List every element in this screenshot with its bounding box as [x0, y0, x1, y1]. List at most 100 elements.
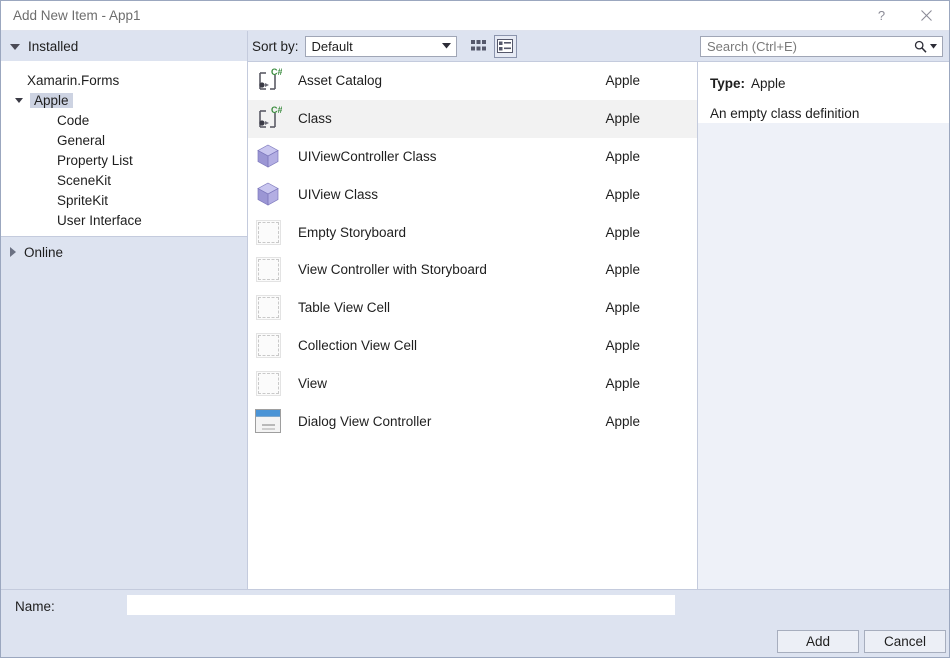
chevron-down-icon[interactable]	[930, 44, 937, 49]
templates-pane: Sort by: Default	[248, 31, 698, 589]
details-pane: Type:Apple An empty class definition	[698, 31, 949, 589]
add-button[interactable]: Add	[777, 630, 859, 653]
category-tree: Xamarin.Forms Apple Code General Propert…	[1, 61, 247, 237]
tree-group-installed[interactable]: Installed	[1, 31, 247, 61]
dashed-square-icon	[252, 216, 284, 248]
name-input[interactable]	[127, 595, 675, 615]
list-item-name: Dialog View Controller	[298, 414, 605, 429]
sidebar-item-label: Apple	[30, 93, 73, 108]
list-item-source: Apple	[605, 225, 697, 240]
sidebar-item-property-list[interactable]: Property List	[1, 150, 247, 170]
list-item[interactable]: View Controller with Storyboard Apple	[248, 251, 697, 289]
list-item[interactable]: View Apple	[248, 364, 697, 402]
list-item[interactable]: C# Asset Catalog Apple	[248, 62, 697, 100]
sort-by-label: Sort by:	[252, 39, 299, 54]
chevron-down-icon	[10, 44, 20, 50]
csharp-class-icon: C#	[252, 65, 284, 97]
title-bar: Add New Item - App1 ?	[1, 1, 949, 30]
tree-group-online[interactable]: Online	[1, 237, 247, 267]
list-view-button[interactable]	[494, 35, 517, 58]
list-item-name: UIView Class	[298, 187, 605, 202]
close-button[interactable]	[904, 1, 949, 30]
list-item[interactable]: Empty Storyboard Apple	[248, 213, 697, 251]
search-input[interactable]	[701, 38, 912, 55]
question-mark-icon: ?	[878, 8, 885, 23]
categories-pane: Installed Xamarin.Forms Apple Code Gener…	[1, 31, 248, 589]
list-item[interactable]: Dialog View Controller Apple	[248, 402, 697, 440]
sidebar-item-label: Property List	[53, 153, 137, 168]
list-item-name: Asset Catalog	[298, 73, 605, 88]
grid-tiles-icon	[471, 39, 488, 54]
list-item-name: Class	[298, 111, 605, 126]
sidebar-item-label: General	[53, 133, 109, 148]
dashed-square-icon	[252, 292, 284, 324]
chevron-right-icon	[10, 247, 16, 257]
list-item[interactable]: Table View Cell Apple	[248, 289, 697, 327]
help-button[interactable]: ?	[859, 1, 904, 30]
sort-by-select[interactable]: Default	[305, 36, 457, 57]
magnifier-icon[interactable]	[914, 40, 927, 53]
dashed-square-icon	[252, 254, 284, 286]
search-toolbar	[698, 31, 949, 61]
svg-text:C#: C#	[271, 105, 282, 115]
list-item-name: Empty Storyboard	[298, 225, 605, 240]
name-label: Name:	[15, 599, 55, 614]
list-item-source: Apple	[605, 376, 697, 391]
sidebar-item-spritekit[interactable]: SpriteKit	[1, 190, 247, 210]
template-list[interactable]: C# Asset Catalog Apple	[248, 61, 698, 589]
sidebar-item-label: SceneKit	[53, 173, 115, 188]
add-new-item-dialog: Add New Item - App1 ? Installed Xamarin.…	[0, 0, 950, 658]
sidebar-item-label: User Interface	[53, 213, 146, 228]
sidebar-item-label: SpriteKit	[53, 193, 112, 208]
dialog-body: Installed Xamarin.Forms Apple Code Gener…	[1, 30, 949, 589]
sort-by-value: Default	[306, 39, 438, 54]
list-item-source: Apple	[605, 149, 697, 164]
details-content: Type:Apple An empty class definition	[698, 61, 949, 123]
dialog-title: Add New Item - App1	[13, 8, 859, 23]
cancel-button[interactable]: Cancel	[864, 630, 946, 653]
list-item-name: UIViewController Class	[298, 149, 605, 164]
sidebar-item-label: Xamarin.Forms	[23, 73, 123, 88]
list-item-name: Table View Cell	[298, 300, 605, 315]
chevron-down-icon	[15, 98, 23, 103]
cube-icon	[252, 140, 284, 172]
sidebar-item-user-interface[interactable]: User Interface	[1, 210, 247, 230]
sidebar-item-xamarin-forms[interactable]: Xamarin.Forms	[1, 70, 247, 90]
search-box[interactable]	[700, 36, 943, 57]
list-item-name: View Controller with Storyboard	[298, 262, 605, 277]
sidebar-item-code[interactable]: Code	[1, 110, 247, 130]
tiles-view-button[interactable]	[468, 35, 491, 58]
chevron-down-icon	[438, 43, 456, 49]
list-item-source: Apple	[605, 338, 697, 353]
list-item[interactable]: Collection View Cell Apple	[248, 327, 697, 365]
list-item-source: Apple	[605, 300, 697, 315]
view-mode-toggles	[468, 35, 517, 58]
installed-label: Installed	[28, 39, 78, 54]
svg-text:C#: C#	[271, 67, 282, 77]
type-value: Apple	[751, 76, 786, 91]
list-item-name: Collection View Cell	[298, 338, 605, 353]
csharp-class-icon: C#	[252, 103, 284, 135]
list-view-icon	[497, 39, 514, 54]
list-item[interactable]: C# Class Apple	[248, 100, 697, 138]
list-item-source: Apple	[605, 187, 697, 202]
close-icon	[921, 10, 932, 21]
sidebar-item-label: Code	[53, 113, 93, 128]
list-item[interactable]: UIViewController Class Apple	[248, 138, 697, 176]
list-item-source: Apple	[605, 73, 697, 88]
sidebar-item-general[interactable]: General	[1, 130, 247, 150]
list-item[interactable]: UIView Class Apple	[248, 175, 697, 213]
list-item-source: Apple	[605, 262, 697, 277]
dashed-square-icon	[252, 329, 284, 361]
dashed-square-icon	[252, 367, 284, 399]
cube-icon	[252, 178, 284, 210]
templates-toolbar: Sort by: Default	[248, 31, 698, 61]
list-item-name: View	[298, 376, 605, 391]
window-icon	[252, 405, 284, 437]
type-label: Type:	[710, 76, 745, 91]
dialog-footer: Name: Add Cancel	[1, 589, 949, 657]
list-item-source: Apple	[605, 111, 697, 126]
online-label: Online	[24, 245, 63, 260]
sidebar-item-scenekit[interactable]: SceneKit	[1, 170, 247, 190]
sidebar-item-apple[interactable]: Apple	[1, 90, 247, 110]
